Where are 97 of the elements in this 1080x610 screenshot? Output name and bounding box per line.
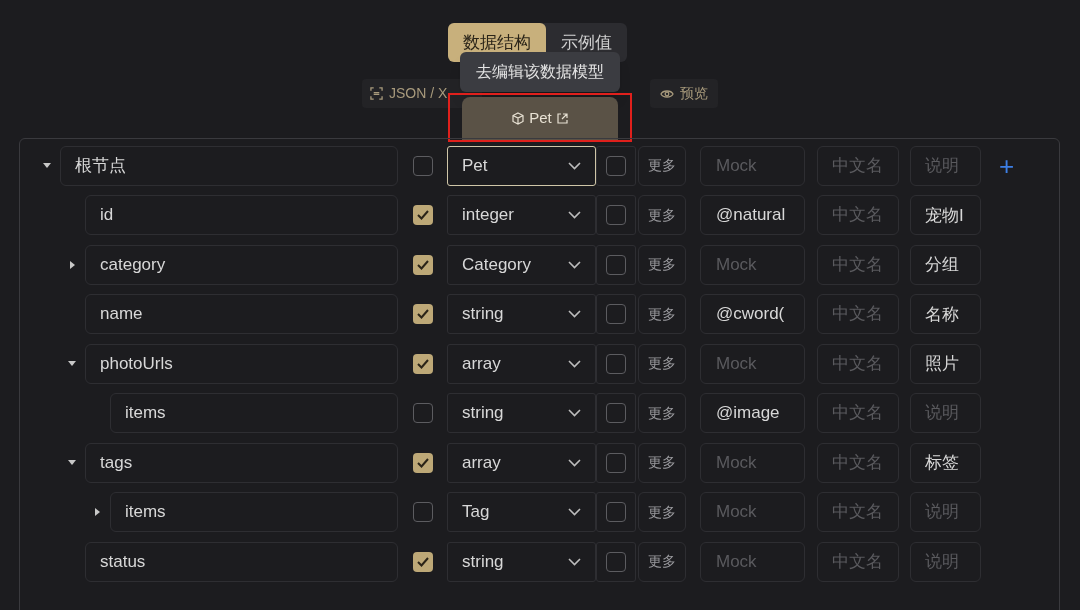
expand-arrow-icon[interactable] bbox=[67, 259, 77, 270]
chinese-name-field[interactable]: 中文名 bbox=[817, 294, 899, 334]
type-select[interactable]: string bbox=[447, 393, 596, 433]
checkbox[interactable] bbox=[412, 254, 433, 275]
checkbox[interactable] bbox=[412, 452, 433, 473]
description-field[interactable]: 照片 bbox=[910, 343, 981, 384]
description-field[interactable]: 说明 bbox=[910, 145, 981, 186]
chinese-name-field[interactable]: 中文名 bbox=[817, 442, 899, 483]
checkbox[interactable] bbox=[412, 551, 433, 572]
checkbox[interactable] bbox=[606, 403, 626, 423]
description-field[interactable]: 说明 bbox=[910, 541, 981, 582]
checkbox[interactable] bbox=[412, 502, 433, 522]
mock-field[interactable]: Mock bbox=[700, 343, 805, 384]
description-field[interactable]: 分组 bbox=[910, 244, 981, 285]
chinese-name-field[interactable]: 中文名 bbox=[817, 244, 899, 285]
more-button[interactable]: 更多 bbox=[638, 244, 686, 285]
checkmark-icon bbox=[416, 457, 429, 468]
mock-field[interactable]: @image bbox=[700, 393, 805, 433]
chinese-name-field[interactable]: 中文名 bbox=[817, 393, 899, 433]
chinese-name-field[interactable]: 中文名 bbox=[817, 492, 899, 532]
type-select[interactable]: array bbox=[447, 343, 596, 384]
chevron-down-icon bbox=[568, 161, 581, 170]
type-select[interactable]: integer bbox=[447, 195, 596, 235]
tooltip: 去编辑该数据模型 bbox=[460, 52, 620, 92]
more-button[interactable]: 更多 bbox=[638, 442, 686, 483]
type-select[interactable]: string bbox=[447, 294, 596, 334]
type-select[interactable]: string bbox=[447, 541, 596, 582]
name-field[interactable]: tags bbox=[85, 442, 398, 483]
name-field[interactable]: name bbox=[85, 294, 398, 334]
more-button[interactable]: 更多 bbox=[638, 145, 686, 186]
chevron-down-icon bbox=[568, 260, 581, 269]
mock-field[interactable]: Mock bbox=[700, 442, 805, 483]
chinese-name-field[interactable]: 中文名 bbox=[817, 343, 899, 384]
checkbox[interactable] bbox=[606, 353, 626, 374]
scan-icon bbox=[370, 87, 383, 100]
more-button[interactable]: 更多 bbox=[638, 393, 686, 433]
chevron-down-icon bbox=[568, 557, 581, 566]
description-field[interactable]: 宠物I bbox=[910, 195, 981, 235]
checkmark-icon bbox=[416, 309, 429, 319]
description-field[interactable]: 说明 bbox=[910, 393, 981, 433]
checkmark-icon bbox=[416, 358, 429, 369]
checkmark-icon bbox=[416, 556, 429, 567]
checkbox[interactable] bbox=[412, 304, 433, 324]
description-field[interactable]: 说明 bbox=[910, 492, 981, 532]
mock-field[interactable]: Mock bbox=[700, 244, 805, 285]
more-button[interactable]: 更多 bbox=[638, 294, 686, 334]
chevron-down-icon bbox=[568, 310, 581, 318]
type-select[interactable]: Pet bbox=[447, 145, 596, 186]
checkmark-icon bbox=[416, 210, 429, 220]
name-field[interactable]: items bbox=[110, 492, 398, 532]
checkbox[interactable] bbox=[412, 155, 433, 176]
chevron-down-icon bbox=[568, 409, 581, 417]
mock-field[interactable]: @natural bbox=[700, 195, 805, 235]
more-button[interactable]: 更多 bbox=[638, 195, 686, 235]
expand-arrow-icon[interactable] bbox=[92, 507, 102, 517]
chevron-down-icon bbox=[568, 508, 581, 516]
chevron-down-icon bbox=[568, 359, 581, 368]
checkbox[interactable] bbox=[606, 205, 626, 225]
cube-icon bbox=[512, 112, 525, 125]
preview-button[interactable]: 预览 bbox=[650, 79, 718, 108]
type-select[interactable]: array bbox=[447, 442, 596, 483]
checkbox[interactable] bbox=[412, 205, 433, 225]
name-field[interactable]: category bbox=[85, 244, 398, 285]
more-button[interactable]: 更多 bbox=[638, 343, 686, 384]
description-field[interactable]: 标签 bbox=[910, 442, 981, 483]
model-button[interactable]: Pet bbox=[462, 97, 618, 140]
external-link-icon bbox=[556, 113, 568, 124]
name-field[interactable]: items bbox=[110, 393, 398, 433]
chevron-down-icon bbox=[568, 458, 581, 467]
mock-field[interactable]: @cword( bbox=[700, 294, 805, 334]
checkbox[interactable] bbox=[606, 155, 626, 176]
type-select[interactable]: Category bbox=[447, 244, 596, 285]
chinese-name-field[interactable]: 中文名 bbox=[817, 541, 899, 582]
type-select[interactable]: Tag bbox=[447, 492, 596, 532]
more-button[interactable]: 更多 bbox=[638, 492, 686, 532]
eye-icon bbox=[660, 88, 674, 99]
description-field[interactable]: 名称 bbox=[910, 294, 981, 334]
checkbox[interactable] bbox=[606, 551, 626, 572]
name-field[interactable]: photoUrls bbox=[85, 343, 398, 384]
checkbox[interactable] bbox=[412, 403, 433, 423]
checkbox[interactable] bbox=[606, 452, 626, 473]
add-button[interactable]: + bbox=[999, 152, 1015, 179]
checkbox[interactable] bbox=[606, 304, 626, 324]
checkmark-icon bbox=[416, 259, 429, 270]
chinese-name-field[interactable]: 中文名 bbox=[817, 145, 899, 186]
chinese-name-field[interactable]: 中文名 bbox=[817, 195, 899, 235]
name-field[interactable]: status bbox=[85, 541, 398, 582]
chevron-down-icon bbox=[568, 211, 581, 219]
mock-field[interactable]: Mock bbox=[700, 145, 805, 186]
checkbox[interactable] bbox=[606, 502, 626, 522]
mock-field[interactable]: Mock bbox=[700, 492, 805, 532]
more-button[interactable]: 更多 bbox=[638, 541, 686, 582]
checkbox[interactable] bbox=[412, 353, 433, 374]
name-field[interactable]: 根节点 bbox=[60, 145, 398, 186]
name-field[interactable]: id bbox=[85, 195, 398, 235]
mock-field[interactable]: Mock bbox=[700, 541, 805, 582]
checkbox[interactable] bbox=[606, 254, 626, 275]
